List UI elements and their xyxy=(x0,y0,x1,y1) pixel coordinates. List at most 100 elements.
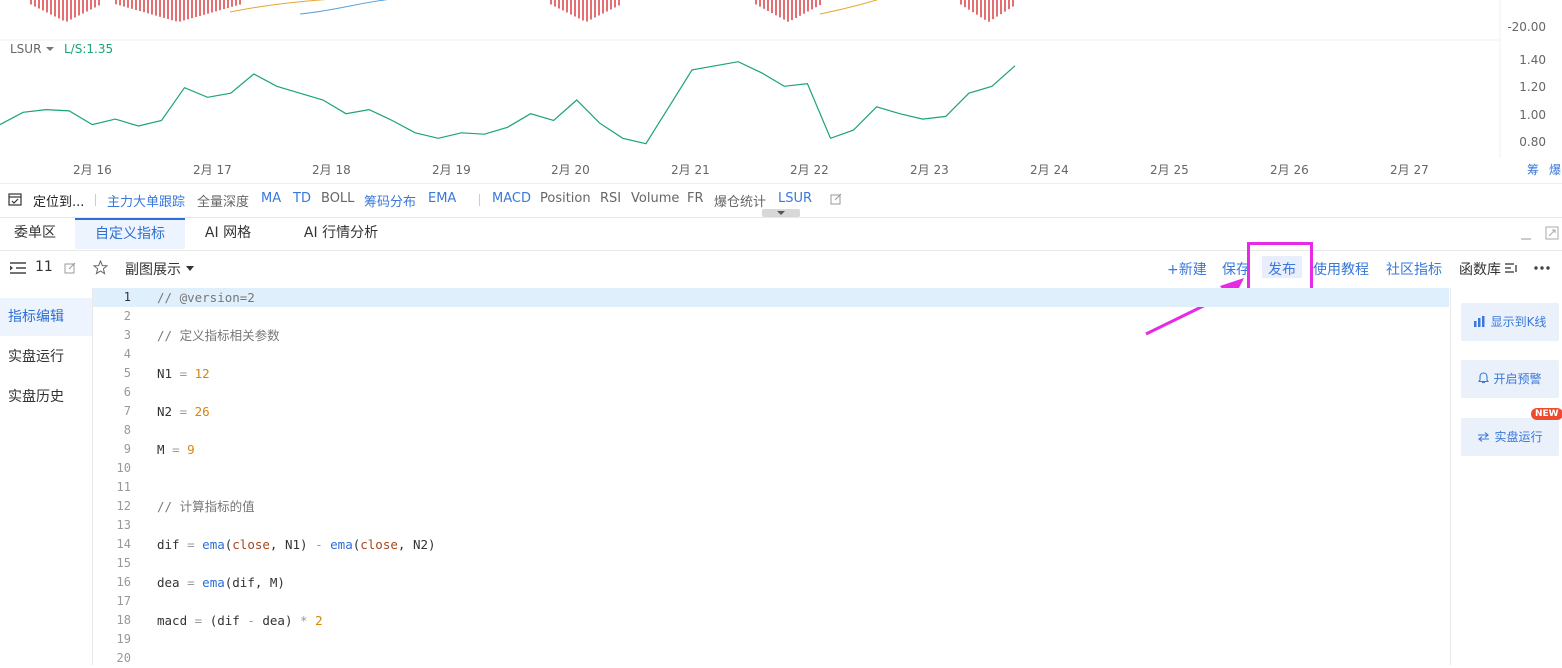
line-number: 14 xyxy=(116,537,131,551)
code-line[interactable]: 10 xyxy=(93,459,1449,478)
indicator-value: L/S:1.35 xyxy=(64,42,114,56)
ind-liquidation[interactable]: 爆仓统计 xyxy=(714,191,766,210)
code-text: N2 = 26 xyxy=(157,404,210,419)
histogram-bar xyxy=(151,0,153,15)
code-line[interactable]: 12 // 计算指标的值 xyxy=(93,497,1449,516)
ind-ema[interactable]: EMA xyxy=(428,191,456,206)
histogram-bar xyxy=(66,0,68,22)
ind-boll[interactable]: BOLL xyxy=(321,191,354,206)
ind-chip[interactable]: 筹码分布 xyxy=(364,191,416,210)
code-line[interactable]: 6 xyxy=(93,383,1449,402)
tab-ai-analysis[interactable]: AI 行情分析 xyxy=(290,218,392,249)
histogram-bar xyxy=(235,0,237,6)
code-line[interactable]: 8 xyxy=(93,421,1449,440)
ind-ma[interactable]: MA xyxy=(261,191,281,206)
line-number: 6 xyxy=(123,385,131,399)
show-on-kline-button[interactable]: 显示到K线 xyxy=(1461,303,1559,341)
swap-icon xyxy=(1478,432,1490,442)
ind-lsur[interactable]: LSUR xyxy=(778,191,812,206)
live-run-label: 实盘运行 xyxy=(1494,430,1543,444)
tutorial-link[interactable]: 使用教程 xyxy=(1313,259,1369,279)
liquidation-toggle[interactable]: 爆 xyxy=(1549,161,1561,178)
more-icon[interactable] xyxy=(1533,265,1551,271)
histogram-bar xyxy=(58,0,60,19)
histogram-bar xyxy=(215,0,217,12)
code-line[interactable]: 15 xyxy=(93,554,1449,573)
histogram-bar xyxy=(30,0,32,5)
histogram-bar xyxy=(54,0,56,17)
code-line[interactable]: 1 // @version=2 xyxy=(93,288,1449,307)
code-line[interactable]: 4 xyxy=(93,345,1449,364)
histogram-bar xyxy=(570,0,572,15)
code-line[interactable]: 2 xyxy=(93,307,1449,326)
code-line[interactable]: 18 macd = (dif - dea) * 2 xyxy=(93,611,1449,630)
tab-ai-grid[interactable]: AI 网格 xyxy=(188,218,268,249)
nav-indicator-edit[interactable]: 指标编辑 xyxy=(0,298,92,336)
ind-fr[interactable]: FR xyxy=(687,191,704,206)
maximize-icon[interactable] xyxy=(1545,226,1559,240)
line-number: 9 xyxy=(123,442,131,456)
histogram-bar xyxy=(819,0,821,6)
histogram-bar xyxy=(558,0,560,9)
library-list-icon[interactable] xyxy=(1504,263,1518,273)
histogram-bar xyxy=(115,0,117,5)
code-line[interactable]: 7 N2 = 26 xyxy=(93,402,1449,421)
locate-button[interactable]: 定位到... xyxy=(33,191,84,210)
code-line[interactable]: 16 dea = ema(dif, M) xyxy=(93,573,1449,592)
line-number: 11 xyxy=(116,480,131,494)
enable-alert-button[interactable]: 开启预警 xyxy=(1461,360,1559,398)
community-indicators-link[interactable]: 社区指标 xyxy=(1386,259,1442,279)
edit-icon[interactable] xyxy=(830,193,842,205)
code-line[interactable]: 20 xyxy=(93,649,1449,668)
chevron-down-icon[interactable] xyxy=(46,47,54,51)
ind-volume[interactable]: Volume xyxy=(631,191,679,206)
nav-live-run[interactable]: 实盘运行 xyxy=(0,338,92,376)
code-line[interactable]: 11 xyxy=(93,478,1449,497)
ind-depth[interactable]: 全量深度 xyxy=(197,191,249,210)
code-line[interactable]: 5 N1 = 12 xyxy=(93,364,1449,383)
calendar-icon[interactable] xyxy=(8,192,22,206)
histogram-bar xyxy=(191,0,193,19)
code-line[interactable]: 14 dif = ema(close, N1) - ema(close, N2) xyxy=(93,535,1449,554)
resize-handle[interactable] xyxy=(762,209,800,217)
histogram-bar xyxy=(996,0,998,17)
code-text: // 计算指标的值 xyxy=(157,499,255,514)
histogram-bar xyxy=(82,0,84,14)
x-tick: 2月 24 xyxy=(1030,163,1069,177)
indicator-name[interactable]: LSUR xyxy=(10,42,41,56)
histogram-bar xyxy=(34,0,36,7)
histogram-bar xyxy=(94,0,96,8)
bar-chart-icon xyxy=(1473,316,1485,327)
ind-rsi[interactable]: RSI xyxy=(600,191,621,206)
histogram-bar xyxy=(1012,0,1014,7)
nav-live-history[interactable]: 实盘历史 xyxy=(0,378,92,416)
star-icon[interactable] xyxy=(93,260,108,275)
histogram-bar xyxy=(227,0,229,8)
code-line[interactable]: 17 xyxy=(93,592,1449,611)
indicator-list-icon[interactable] xyxy=(9,261,27,275)
function-library-button[interactable]: 函数库 xyxy=(1459,259,1501,279)
minimize-icon[interactable] xyxy=(1520,228,1532,240)
view-mode-select[interactable]: 副图展示 xyxy=(125,259,181,279)
code-line[interactable]: 19 xyxy=(93,630,1449,649)
tab-custom-indicator[interactable]: 自定义指标 xyxy=(75,218,185,249)
code-line[interactable]: 13 xyxy=(93,516,1449,535)
code-line[interactable]: 9 M = 9 xyxy=(93,440,1449,459)
tab-orders[interactable]: 委单区 xyxy=(0,218,70,249)
rename-icon[interactable] xyxy=(64,262,76,274)
histogram-bar xyxy=(187,0,189,20)
code-line[interactable]: 3 // 定义指标相关参数 xyxy=(93,326,1449,345)
ind-main-force[interactable]: 主力大单跟踪 xyxy=(107,191,185,210)
ind-position[interactable]: Position xyxy=(540,191,591,206)
live-run-button[interactable]: 实盘运行 xyxy=(1461,418,1559,456)
code-editor[interactable]: 1 // @version=2 2 3 // 定义指标相关参数 4 5 N1 = 12 6 7 N2… xyxy=(93,288,1449,665)
line-number: 2 xyxy=(123,309,131,323)
chevron-down-icon[interactable] xyxy=(186,266,194,271)
x-tick: 2月 26 xyxy=(1270,163,1309,177)
histogram-bar xyxy=(988,0,990,22)
ind-macd[interactable]: MACD xyxy=(492,191,531,206)
chip-toggle[interactable]: 筹 xyxy=(1527,161,1539,178)
histogram-bar xyxy=(239,0,241,5)
ind-td[interactable]: TD xyxy=(293,191,311,206)
code-text: // @version=2 xyxy=(157,290,255,305)
